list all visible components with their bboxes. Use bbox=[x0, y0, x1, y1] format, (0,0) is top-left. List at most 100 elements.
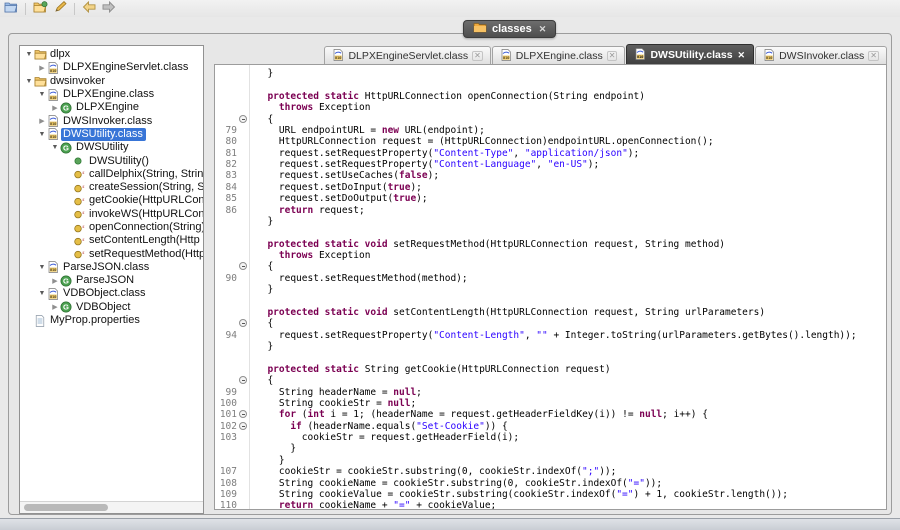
code-text: for (int i = 1; (headerName = request.ge… bbox=[249, 409, 708, 420]
tree-expander-icon[interactable]: ▶ bbox=[50, 303, 60, 311]
code-line: } bbox=[215, 455, 886, 466]
code-text: String cookieName = cookieStr.substring(… bbox=[249, 478, 662, 489]
tree-item[interactable]: ▼010VDBObject.class bbox=[20, 287, 203, 300]
tree[interactable]: ▼dlpx▶010DLPXEngineServlet.class▼dwsinvo… bbox=[20, 48, 203, 501]
tree-item[interactable]: sopenConnection(String) bbox=[20, 221, 203, 234]
collapse-marker-icon[interactable] bbox=[239, 376, 247, 384]
back-button[interactable] bbox=[81, 2, 97, 16]
fold-collapse-icon[interactable] bbox=[237, 421, 249, 432]
code-line: 82 request.setRequestProperty("Content-L… bbox=[215, 159, 886, 170]
tree-item[interactable]: ▶GParseJSON bbox=[20, 274, 203, 287]
collapse-marker-icon[interactable] bbox=[239, 422, 247, 430]
fold-column bbox=[237, 398, 249, 409]
tree-expander-icon[interactable]: ▼ bbox=[37, 131, 47, 138]
svg-text:s: s bbox=[82, 197, 84, 203]
editor-tab[interactable]: 010DWSInvoker.class✕ bbox=[755, 46, 887, 65]
tree-expander-icon[interactable]: ▶ bbox=[37, 117, 47, 125]
tree-item[interactable]: ▼GDWSUtility bbox=[20, 141, 203, 154]
tree-item-label: createSession(String, St bbox=[87, 181, 203, 194]
close-icon[interactable]: ✕ bbox=[607, 51, 618, 61]
tree-expander-icon[interactable]: ▼ bbox=[37, 264, 47, 271]
tree-expander-icon[interactable]: ▼ bbox=[24, 51, 34, 58]
classfile-icon: 010 bbox=[332, 49, 344, 64]
close-icon[interactable]: ✕ bbox=[737, 51, 747, 59]
tree-item[interactable]: ▶010DLPXEngineServlet.class bbox=[20, 61, 203, 74]
static-method-icon: s bbox=[73, 222, 87, 234]
fold-collapse-icon[interactable] bbox=[237, 318, 249, 329]
class-icon: G bbox=[60, 301, 74, 313]
close-icon[interactable]: ✕ bbox=[868, 51, 879, 61]
tree-item[interactable]: sgetCookie(HttpURLCon bbox=[20, 194, 203, 207]
close-icon[interactable]: ✕ bbox=[539, 24, 547, 35]
fold-column bbox=[237, 125, 249, 136]
collapse-marker-icon[interactable] bbox=[239, 115, 247, 123]
classfile-icon: 010 bbox=[47, 89, 61, 101]
tree-item[interactable]: scallDelphix(String, Strin bbox=[20, 168, 203, 181]
tree-item[interactable]: ▶GVDBObject bbox=[20, 301, 203, 314]
tree-item[interactable]: DWSUtility() bbox=[20, 154, 203, 167]
tree-expander-icon[interactable]: ▼ bbox=[37, 91, 47, 98]
open-jar-button[interactable] bbox=[32, 2, 48, 16]
tree-expander-icon[interactable]: ▼ bbox=[37, 290, 47, 297]
code-editor[interactable]: } protected static HttpURLConnection ope… bbox=[214, 64, 887, 510]
code-line: 90 request.setRequestMethod(method); bbox=[215, 273, 886, 284]
classes-folder-tab[interactable]: classes ✕ bbox=[463, 20, 556, 38]
fold-collapse-icon[interactable] bbox=[237, 114, 249, 125]
editor-tab[interactable]: 010DWSUtility.class✕ bbox=[626, 44, 754, 65]
svg-text:G: G bbox=[63, 303, 69, 312]
tree-expander-icon[interactable]: ▼ bbox=[50, 144, 60, 151]
folder-icon bbox=[34, 75, 48, 87]
code-text: throws Exception bbox=[249, 102, 370, 113]
tree-item[interactable]: MyProp.properties bbox=[20, 314, 203, 327]
line-number: 85 bbox=[215, 193, 237, 204]
tree-item[interactable]: ▼dwsinvoker bbox=[20, 75, 203, 88]
tree-item[interactable]: ssetContentLength(Http bbox=[20, 234, 203, 247]
line-number: 80 bbox=[215, 136, 237, 147]
tree-item-label: MyProp.properties bbox=[48, 314, 143, 327]
tree-item[interactable]: screateSession(String, St bbox=[20, 181, 203, 194]
tree-item[interactable]: ▼010DLPXEngine.class bbox=[20, 88, 203, 101]
close-icon[interactable]: ✕ bbox=[472, 51, 483, 61]
code-text: if (headerName.equals("Set-Cookie")) { bbox=[249, 421, 508, 432]
fold-column bbox=[237, 170, 249, 181]
line-number: 84 bbox=[215, 182, 237, 193]
classfile-icon: 010 bbox=[500, 49, 512, 64]
tree-expander-icon[interactable]: ▶ bbox=[37, 64, 47, 72]
line-number: 83 bbox=[215, 170, 237, 181]
launch-button[interactable] bbox=[52, 2, 68, 16]
code-text: } bbox=[249, 443, 296, 454]
tree-horizontal-scrollbar[interactable] bbox=[20, 501, 203, 513]
scrollbar-thumb[interactable] bbox=[24, 504, 108, 511]
tree-item[interactable]: ▶GDLPXEngine bbox=[20, 101, 203, 114]
classes-tab-label: classes bbox=[492, 23, 532, 35]
fold-collapse-icon[interactable] bbox=[237, 409, 249, 420]
tree-expander-icon[interactable]: ▶ bbox=[50, 277, 60, 285]
tree-item[interactable]: ▼010DWSUtility.class bbox=[20, 128, 203, 141]
forward-button[interactable] bbox=[101, 2, 117, 16]
fold-collapse-icon[interactable] bbox=[237, 261, 249, 272]
code-line: } bbox=[215, 68, 886, 79]
editor-tab[interactable]: 010DLPXEngineServlet.class✕ bbox=[324, 46, 490, 65]
code-line: 100 String cookieStr = null; bbox=[215, 398, 886, 409]
tree-item-label: DLPXEngineServlet.class bbox=[61, 61, 191, 74]
tree-item[interactable]: sinvokeWS(HttpURLConn bbox=[20, 208, 203, 221]
collapse-marker-icon[interactable] bbox=[239, 262, 247, 270]
collapse-marker-icon[interactable] bbox=[239, 410, 247, 418]
tree-item[interactable]: ▶010DWSInvoker.class bbox=[20, 114, 203, 127]
fold-column bbox=[237, 296, 249, 307]
collapse-marker-icon[interactable] bbox=[239, 319, 247, 327]
tree-item[interactable]: ssetRequestMethod(Http bbox=[20, 247, 203, 260]
line-number bbox=[215, 239, 237, 250]
code-text: return request; bbox=[249, 205, 365, 216]
tree-expander-icon[interactable]: ▼ bbox=[24, 78, 34, 85]
editor-tab[interactable]: 010DLPXEngine.class✕ bbox=[492, 46, 626, 65]
code-line: throws Exception bbox=[215, 250, 886, 261]
tree-item[interactable]: ▼dlpx bbox=[20, 48, 203, 61]
line-number: 100 bbox=[215, 398, 237, 409]
tree-item[interactable]: ▼010ParseJSON.class bbox=[20, 261, 203, 274]
fold-collapse-icon[interactable] bbox=[237, 375, 249, 386]
fold-column bbox=[237, 330, 249, 341]
open-file-button[interactable] bbox=[3, 2, 19, 16]
code-text: request.setUseCaches(false); bbox=[249, 170, 439, 181]
tree-expander-icon[interactable]: ▶ bbox=[50, 104, 60, 112]
